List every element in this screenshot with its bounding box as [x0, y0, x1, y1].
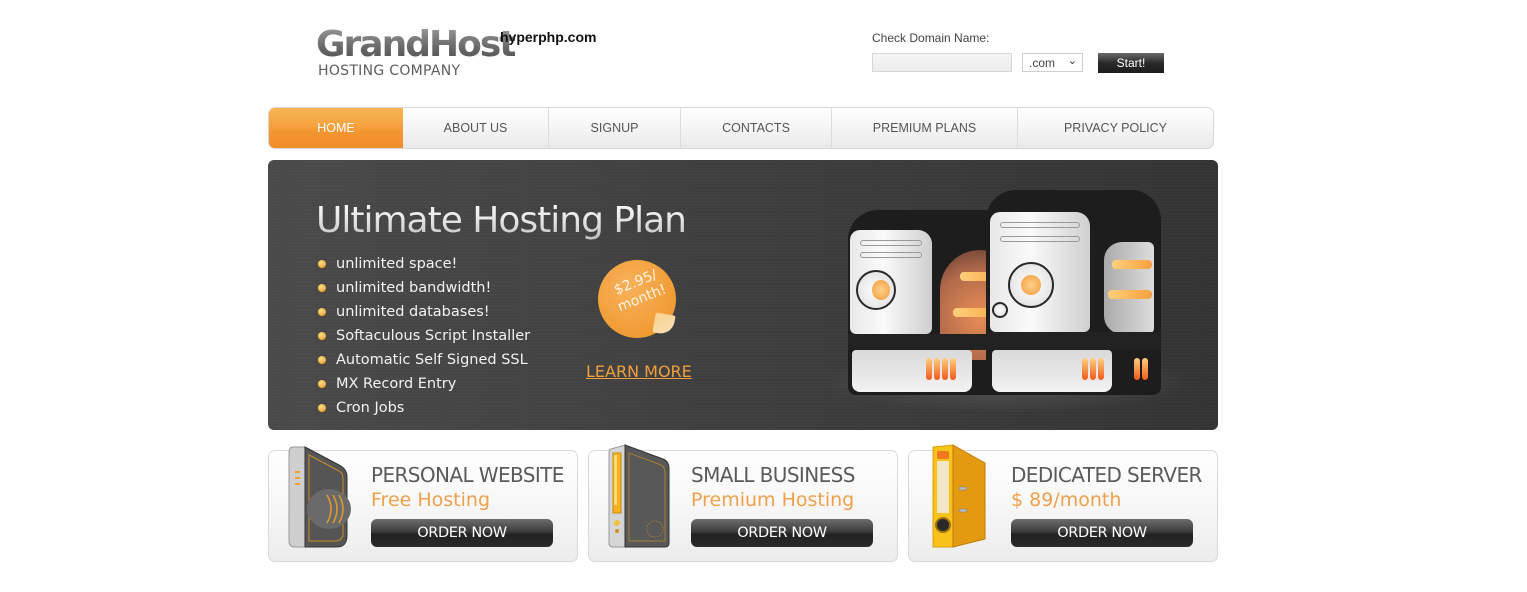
nav-item-contacts[interactable]: CONTACTS	[681, 108, 832, 148]
feature-text: Softaculous Script Installer	[336, 328, 531, 344]
card-subtitle: Free Hosting	[371, 489, 491, 511]
hero-banner: Ultimate Hosting Plan unlimited space! u…	[268, 160, 1218, 430]
feature-text: unlimited bandwidth!	[336, 280, 492, 296]
order-now-button[interactable]: ORDER NOW	[371, 519, 553, 547]
domain-name-input[interactable]	[872, 53, 1012, 72]
bullet-icon	[318, 356, 326, 364]
feature-text: Cron Jobs	[336, 400, 405, 416]
binder-icon	[932, 444, 986, 548]
plan-card-dedicated: DEDICATED SERVER $ 89/month ORDER NOW	[908, 444, 1218, 562]
feature-text: MX Record Entry	[336, 376, 457, 392]
server-front-icon	[986, 190, 1161, 395]
card-title: DEDICATED SERVER	[1011, 463, 1202, 487]
feature-item: unlimited databases!	[318, 302, 530, 326]
bullet-icon	[318, 260, 326, 268]
feature-item: unlimited space!	[318, 254, 530, 278]
card-title: PERSONAL WEBSITE	[371, 463, 564, 487]
server-tower-icon	[608, 444, 670, 548]
site-domain: hyperphp.com	[500, 29, 597, 45]
plan-card-personal: PERSONAL WEBSITE Free Hosting ORDER NOW	[268, 446, 578, 562]
feature-item: MX Record Entry	[318, 374, 530, 398]
tld-selected-value: .com	[1029, 56, 1056, 70]
router-icon	[288, 446, 351, 548]
bullet-icon	[318, 284, 326, 292]
tld-select[interactable]: .com ⌄	[1022, 53, 1083, 72]
bullet-icon	[318, 380, 326, 388]
bullet-icon	[318, 332, 326, 340]
servers-illustration	[816, 188, 1196, 413]
card-subtitle: $ 89/month	[1011, 489, 1122, 511]
logo-subtitle: HOSTING COMPANY	[318, 63, 461, 79]
start-button[interactable]: Start!	[1098, 53, 1164, 73]
card-title: SMALL BUSINESS	[691, 463, 855, 487]
main-nav: HOME ABOUT US SIGNUP CONTACTS PREMIUM PL…	[268, 107, 1214, 149]
bullet-icon	[318, 308, 326, 316]
nav-item-premium-plans[interactable]: PREMIUM PLANS	[832, 108, 1018, 148]
feature-list: unlimited space! unlimited bandwidth! un…	[318, 254, 530, 422]
feature-item: Cron Jobs	[318, 398, 530, 422]
feature-item: Softaculous Script Installer	[318, 326, 530, 350]
price-sticker: $2.95/ month!	[598, 260, 676, 338]
card-subtitle: Premium Hosting	[691, 489, 855, 511]
banner-title: Ultimate Hosting Plan	[316, 200, 687, 241]
plan-card-small-business: SMALL BUSINESS Premium Hosting ORDER NOW	[588, 444, 898, 562]
domain-check-label: Check Domain Name:	[872, 31, 990, 45]
chevron-down-icon: ⌄	[1067, 55, 1077, 67]
sticker-curl-icon	[652, 312, 676, 336]
feature-text: Automatic Self Signed SSL	[336, 352, 528, 368]
bullet-icon	[318, 404, 326, 412]
logo-title: GrandHost	[316, 24, 516, 65]
nav-item-privacy-policy[interactable]: PRIVACY POLICY	[1018, 108, 1213, 148]
feature-text: unlimited space!	[336, 256, 458, 272]
learn-more-link[interactable]: LEARN MORE	[586, 362, 692, 381]
feature-text: unlimited databases!	[336, 304, 490, 320]
price-text: $2.95/ month!	[600, 262, 678, 320]
order-now-button[interactable]: ORDER NOW	[691, 519, 873, 547]
nav-item-home[interactable]: HOME	[269, 108, 403, 148]
nav-item-signup[interactable]: SIGNUP	[549, 108, 681, 148]
feature-item: Automatic Self Signed SSL	[318, 350, 530, 374]
order-now-button[interactable]: ORDER NOW	[1011, 519, 1193, 547]
feature-item: unlimited bandwidth!	[318, 278, 530, 302]
nav-item-about-us[interactable]: ABOUT US	[403, 108, 549, 148]
